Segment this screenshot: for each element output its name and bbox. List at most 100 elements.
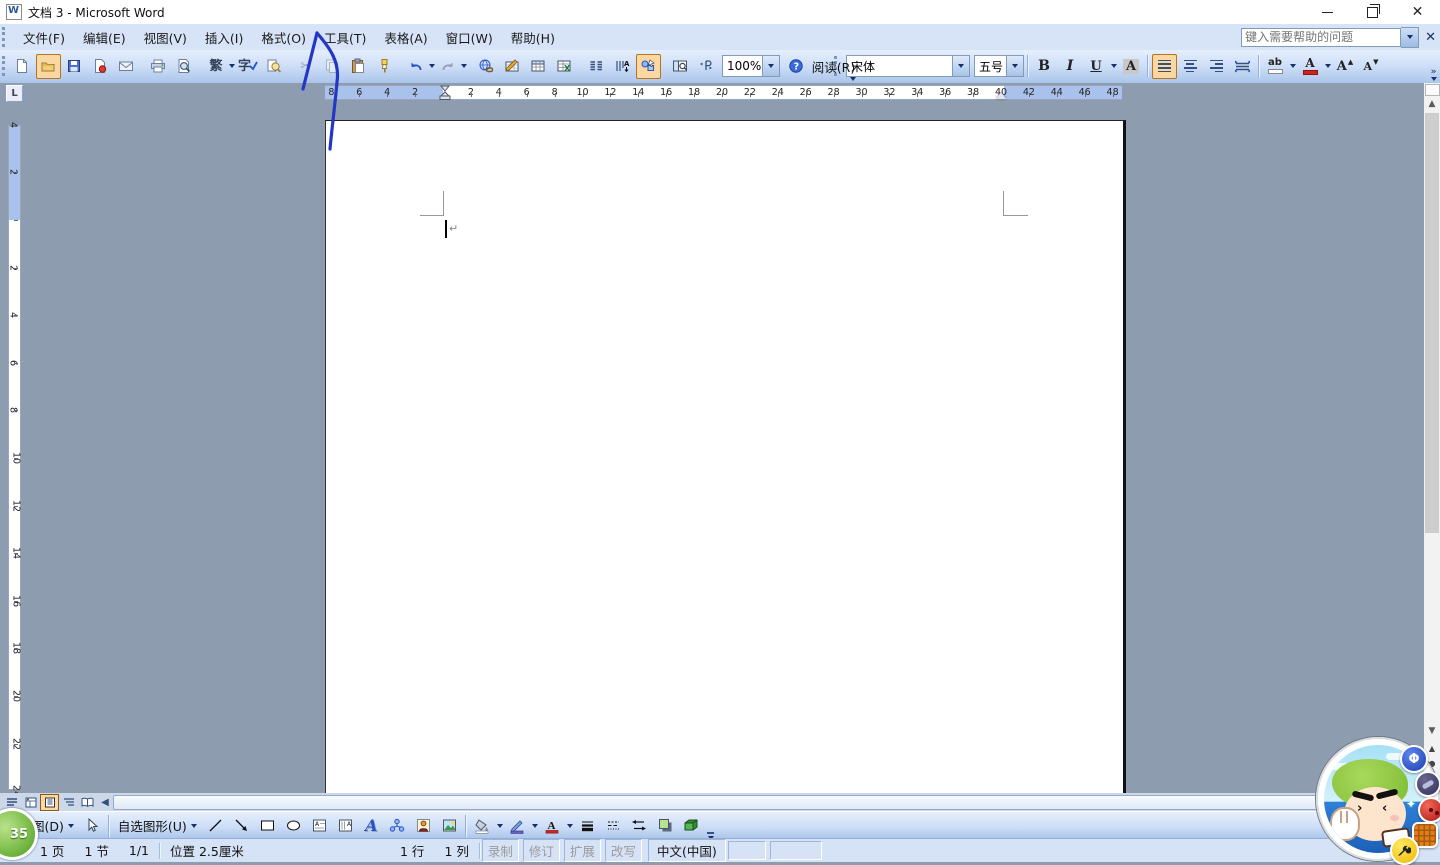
standard-toolbar-handle[interactable] [2,56,5,76]
underline-button[interactable]: U [1084,54,1109,79]
arrow-style-button[interactable] [627,813,652,838]
show-hide-marks-button[interactable] [694,54,719,79]
status-flag[interactable]: 修订 [523,839,560,862]
document-page[interactable]: ↵ [325,120,1126,794]
scroll-up-arrow[interactable]: ▲ [1424,96,1440,112]
copy-button[interactable] [320,54,345,79]
bold-button[interactable]: B [1032,54,1057,79]
paste-button[interactable] [346,54,371,79]
horizontal-scroll-thumb[interactable] [113,795,1434,810]
print-preview-button[interactable] [172,54,197,79]
autoshapes-button[interactable]: 自选图形(U) [113,813,202,838]
menu-item[interactable]: 帮助(H) [502,24,564,51]
status-flag[interactable]: 改写 [605,839,642,862]
grow-font-button[interactable]: A▲ [1333,54,1358,79]
reading-layout-button[interactable] [78,794,97,811]
draw-font-color-dropdown[interactable] [565,814,574,837]
font-name-dropdown[interactable] [952,56,969,76]
font-size-dropdown[interactable] [1006,56,1023,76]
open-button[interactable] [36,54,61,79]
permission-button[interactable] [88,54,113,79]
status-language[interactable]: 中文(中国) [648,839,726,862]
zoom-combo[interactable]: 100% [722,55,780,77]
formatting-toolbar-options[interactable]: » [1427,49,1440,84]
undo-dropdown[interactable] [429,55,435,78]
menu-drag-handle[interactable] [2,27,10,47]
status-flag[interactable]: 扩展 [564,839,601,862]
menu-item[interactable]: 表格(A) [375,24,436,51]
line-color-dropdown[interactable] [530,814,539,837]
format-painter-button[interactable] [372,54,397,79]
mascot-widget[interactable]: › ‹ ✦ Φ [1316,737,1440,861]
vertical-text-box-button[interactable]: A [333,813,358,838]
zoom-dropdown-button[interactable] [762,56,779,76]
help-close-icon[interactable]: ✕ [1425,30,1436,45]
vertical-ruler[interactable]: 4224681012141618202224 [8,125,21,790]
shrink-font-button[interactable]: A▼ [1359,54,1384,79]
highlight-dropdown[interactable] [1288,55,1297,78]
drawing-toggle-button[interactable] [636,54,661,79]
line-button[interactable] [203,813,228,838]
menu-item[interactable]: 视图(V) [135,24,196,51]
line-color-button[interactable] [505,813,530,838]
italic-button[interactable]: I [1058,54,1083,79]
align-right-button[interactable] [1204,54,1229,79]
highlight-button[interactable]: ab [1263,54,1288,79]
tables-borders-button[interactable] [500,54,525,79]
insert-excel-button[interactable]: X [552,54,577,79]
rectangle-button[interactable] [255,813,280,838]
scroll-left-arrow[interactable]: ◀ [97,795,113,810]
help-search-input[interactable] [1241,28,1401,47]
align-center-button[interactable] [1178,54,1203,79]
mascot-button-record[interactable] [1418,797,1440,823]
read-mode-button[interactable]: 阅读(R) [816,54,849,79]
minimize-button[interactable] [1305,0,1350,24]
indent-marker[interactable] [437,85,453,101]
insert-picture-button[interactable] [437,813,462,838]
threed-style-button[interactable] [679,813,704,838]
spelling-grammar-button[interactable]: 字 [236,54,261,79]
menu-item[interactable]: 编辑(E) [74,24,135,51]
split-handle[interactable] [1425,84,1440,96]
restore-button[interactable] [1350,0,1395,24]
menu-item[interactable]: 插入(I) [196,24,252,51]
web-layout-button[interactable] [21,794,40,811]
insert-hyperlink-button[interactable] [474,54,499,79]
save-button[interactable] [62,54,87,79]
menu-item[interactable]: 文件(F) [14,24,74,51]
outline-view-button[interactable] [59,794,78,811]
line-style-button[interactable] [575,813,600,838]
text-box-button[interactable]: A [307,813,332,838]
vertical-scrollbar[interactable]: ▲ ▼ ▲ ● ▼ [1424,83,1440,793]
columns-button[interactable] [584,54,609,79]
text-direction-button[interactable]: A [610,54,635,79]
redo-dropdown[interactable] [461,55,467,78]
help-dropdown-button[interactable] [1401,27,1419,48]
right-indent-marker[interactable] [996,92,1006,99]
status-flag[interactable]: 录制 [482,839,519,862]
fill-color-dropdown[interactable] [495,814,504,837]
insert-table-button[interactable] [526,54,551,79]
distribute-button[interactable] [1230,54,1255,79]
print-button[interactable] [146,54,171,79]
select-objects-button[interactable] [80,813,105,838]
research-button[interactable] [262,54,287,79]
clip-art-button[interactable] [411,813,436,838]
char-shading-button[interactable]: A [1119,54,1144,79]
new-document-button[interactable] [10,54,35,79]
mascot-button-phi[interactable]: Φ [1400,745,1428,773]
print-layout-button[interactable] [40,794,59,811]
draw-font-color-button[interactable]: A [540,813,565,838]
tab-selector-well[interactable]: L [6,85,23,102]
font-name-combo[interactable]: 宋体 [846,55,970,77]
email-button[interactable] [114,54,139,79]
font-color-button[interactable]: A [1298,54,1323,79]
menu-item[interactable]: 工具(T) [315,24,375,51]
redo-button[interactable] [436,54,461,79]
help-button[interactable]: ? [784,54,809,79]
close-button[interactable]: ✕ [1395,0,1440,24]
chinese-convert-dropdown[interactable] [229,55,235,78]
oval-button[interactable] [281,813,306,838]
cut-button[interactable]: ✂ [294,54,319,79]
mascot-button-moon[interactable] [1415,771,1440,797]
